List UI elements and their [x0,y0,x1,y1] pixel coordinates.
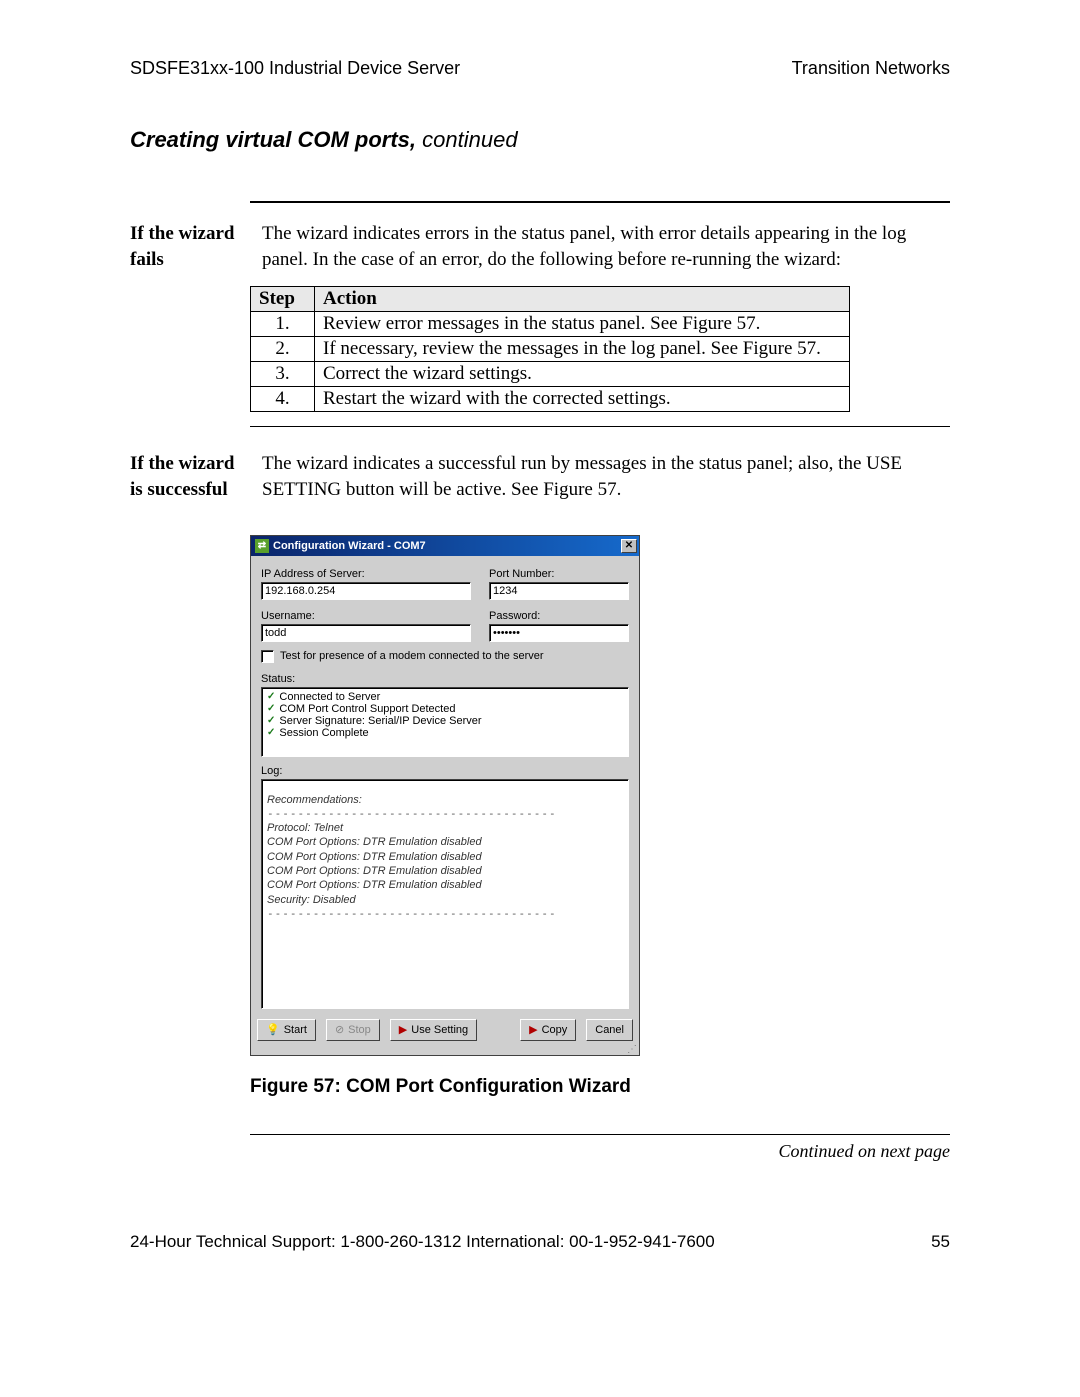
continued-text: Continued on next page [130,1141,950,1162]
log-label: Log: [261,765,629,777]
header-left: SDSFE31xx-100 Industrial Device Server [130,58,460,79]
log-line: COM Port Options: DTR Emulation disabled [267,864,623,878]
use-setting-button[interactable]: ▶ Use Setting [390,1019,477,1041]
cancel-button[interactable]: Canel [586,1019,633,1041]
username-label: Username: [261,610,471,622]
password-input[interactable] [489,624,629,642]
btn-label: Stop [348,1024,371,1036]
log-line: COM Port Options: DTR Emulation disabled [267,850,623,864]
cell: 4. [251,387,315,412]
cell: 1. [251,312,315,337]
log-line: Recommendations: [267,793,623,807]
th-step: Step [251,287,315,312]
figure-caption: Figure 57: COM Port Configuration Wizard [250,1076,950,1098]
cell: 2. [251,337,315,362]
configuration-wizard-dialog: ⇄ Configuration Wizard - COM7 ✕ IP Addre… [250,535,640,1056]
block-if-successful: If the wizard is successful The wizard i… [130,451,950,502]
section-title-bold: Creating virtual COM ports, [130,127,416,152]
password-label: Password: [489,610,629,622]
status-line: Connected to Server [279,691,380,703]
block-if-fails: If the wizard fails The wizard indicates… [130,221,950,272]
log-line: Protocol: Telnet [267,821,623,835]
port-label: Port Number: [489,568,629,580]
check-icon: ✓ [267,691,275,702]
table-row: 4. Restart the wizard with the corrected… [251,387,850,412]
table-row: 2. If necessary, review the messages in … [251,337,850,362]
status-line: Server Signature: Serial/IP Device Serve… [279,715,481,727]
log-line: COM Port Options: DTR Emulation disabled [267,878,623,892]
username-input[interactable] [261,624,471,642]
table-row: 1. Review error messages in the status p… [251,312,850,337]
footer-support: 24-Hour Technical Support: 1-800-260-131… [130,1232,715,1252]
button-bar: 💡 Start ⊘ Stop ▶ Use Setting ▶ Copy Canel [251,1013,639,1047]
play-icon: ▶ [399,1023,407,1036]
status-panel: ✓ Connected to Server ✓ COM Port Control S… [261,687,629,757]
page-footer: 24-Hour Technical Support: 1-800-260-131… [130,1232,950,1252]
check-icon: ✓ [267,715,275,726]
port-number-input[interactable] [489,582,629,600]
copy-icon: ▶ [529,1023,537,1036]
section-title: Creating virtual COM ports, continued [130,127,950,153]
step-table: Step Action 1. Review error messages in … [250,286,850,412]
page-number: 55 [931,1232,950,1252]
ip-address-input[interactable] [261,582,471,600]
modem-test-label: Test for presence of a modem connected t… [280,650,544,662]
page-header: SDSFE31xx-100 Industrial Device Server T… [130,58,950,79]
cell: Correct the wizard settings. [315,362,850,387]
titlebar[interactable]: ⇄ Configuration Wizard - COM7 ✕ [251,536,639,556]
log-divider: -------------------------------------- [267,807,623,821]
divider [250,1134,950,1135]
cell: Restart the wizard with the corrected se… [315,387,850,412]
lightbulb-icon: 💡 [266,1023,280,1036]
block-label: If the wizard fails [130,221,250,272]
block-text: The wizard indicates a successful run by… [262,451,950,502]
block-label: If the wizard is successful [130,451,250,502]
status-label: Status: [261,673,629,685]
window-title: Configuration Wizard - COM7 [273,540,426,552]
copy-button[interactable]: ▶ Copy [520,1019,576,1041]
th-action: Action [315,287,850,312]
status-line: COM Port Control Support Detected [279,703,455,715]
app-icon: ⇄ [255,539,269,553]
status-line: Session Complete [279,727,368,739]
check-icon: ✓ [267,703,275,714]
btn-label: Start [284,1024,307,1036]
btn-label: Canel [595,1024,624,1036]
cell: Review error messages in the status pane… [315,312,850,337]
cell: If necessary, review the messages in the… [315,337,850,362]
document-page: SDSFE31xx-100 Industrial Device Server T… [0,0,1080,1312]
btn-label: Copy [542,1024,568,1036]
cell: 3. [251,362,315,387]
ip-label: IP Address of Server: [261,568,471,580]
wizard-figure: ⇄ Configuration Wizard - COM7 ✕ IP Addre… [250,535,950,1056]
check-icon: ✓ [267,727,275,738]
resize-grip-icon[interactable]: ⋰ [251,1047,639,1055]
divider [250,426,950,427]
block-text: The wizard indicates errors in the statu… [262,221,950,272]
stop-icon: ⊘ [335,1023,344,1036]
log-line: Security: Disabled [267,893,623,907]
header-right: Transition Networks [792,58,950,79]
log-line: COM Port Options: DTR Emulation disabled [267,835,623,849]
close-icon[interactable]: ✕ [621,539,637,553]
section-title-rest: continued [416,127,518,152]
table-row: 3. Correct the wizard settings. [251,362,850,387]
log-divider: -------------------------------------- [267,907,623,921]
btn-label: Use Setting [411,1024,468,1036]
divider [250,201,950,203]
stop-button: ⊘ Stop [326,1019,380,1041]
log-panel: Recommendations: -----------------------… [261,779,629,1009]
modem-test-checkbox[interactable] [261,650,274,663]
start-button[interactable]: 💡 Start [257,1019,316,1041]
